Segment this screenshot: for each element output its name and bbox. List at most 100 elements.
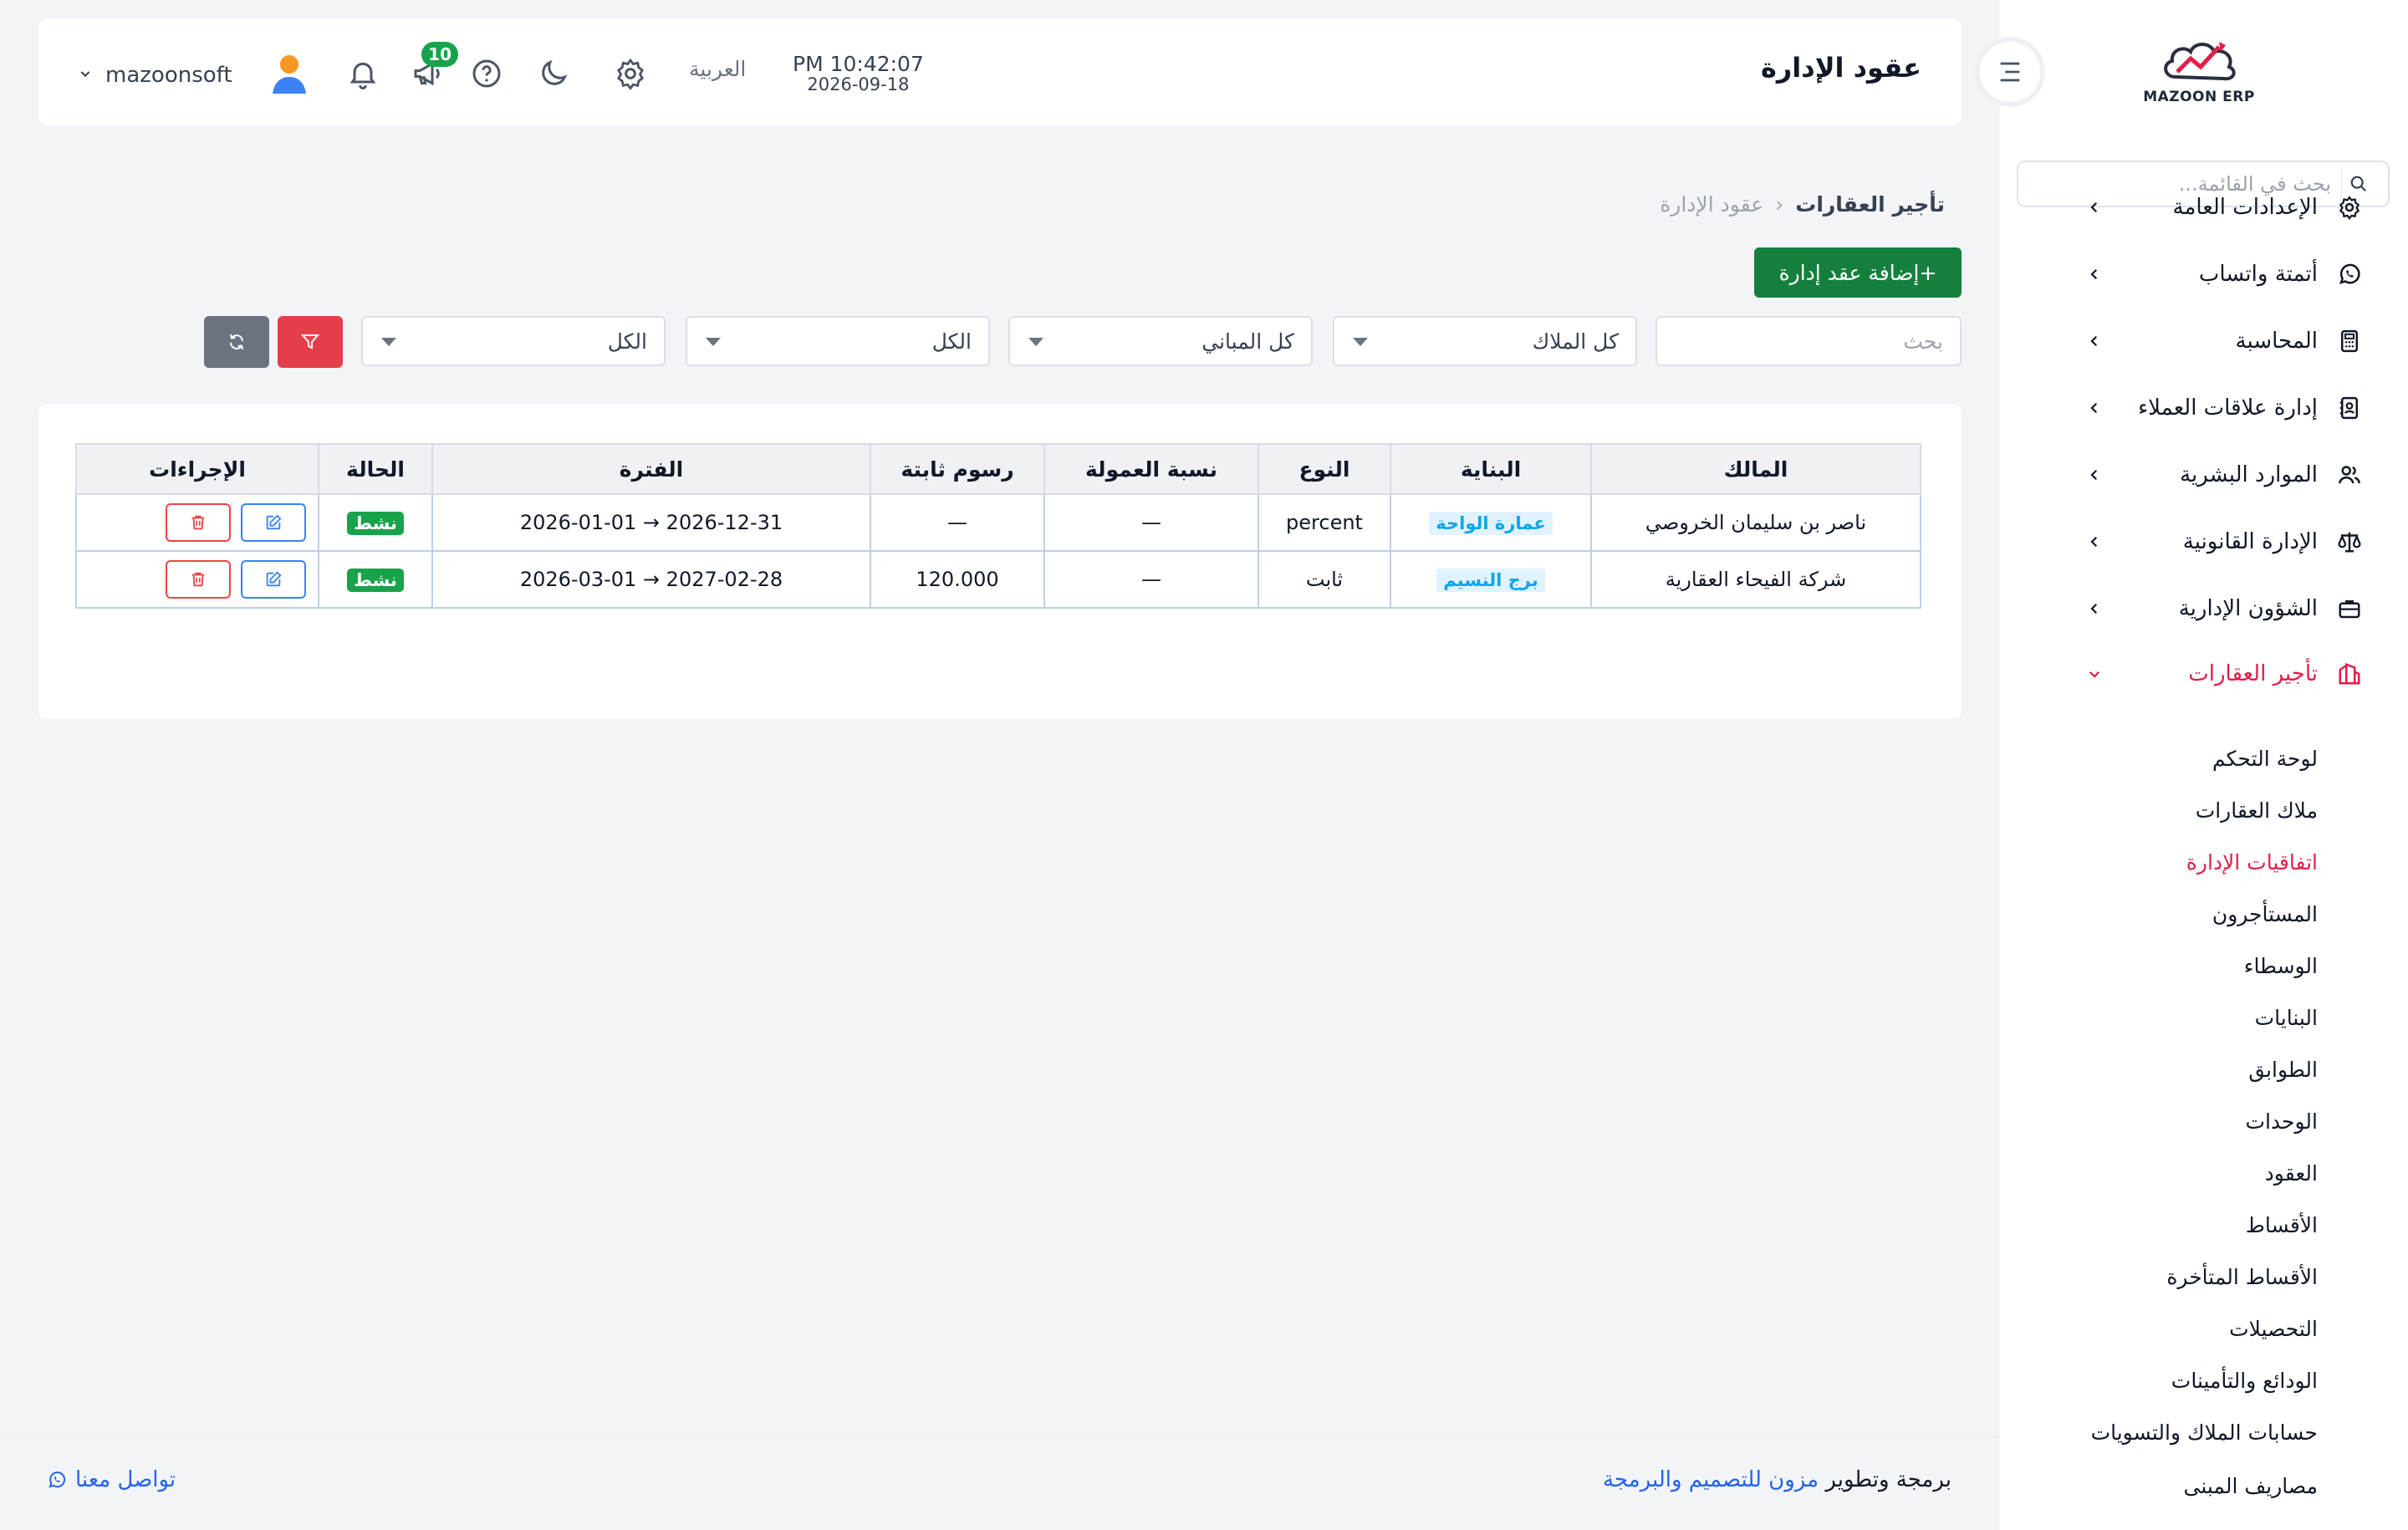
cell-commission: — [1043, 493, 1259, 552]
sidebar-subitem-management-agreements[interactable]: اتفاقيات الإدارة [2186, 844, 2318, 881]
sidebar-subitem-deposits[interactable]: الودائع والتأمينات [2171, 1363, 2318, 1400]
delete-button[interactable] [166, 560, 231, 599]
type-select[interactable]: الكل [686, 316, 990, 366]
contact-us-link[interactable]: تواصل معنا [47, 1467, 176, 1492]
sidebar-subitem-brokers[interactable]: الوسطاء [2244, 948, 2318, 985]
moon-icon[interactable] [533, 54, 574, 94]
contact-us-label: تواصل معنا [75, 1467, 176, 1492]
col-owner: المالك [1590, 443, 1921, 495]
sidebar-item-label: أتمتة واتساب [2198, 262, 2318, 287]
cell-status: نشط [318, 493, 433, 552]
col-fixed-fee: رسوم ثابتة [870, 443, 1045, 495]
sidebar-subitem-units[interactable]: الوحدات [2245, 1104, 2318, 1140]
refresh-icon [230, 334, 243, 350]
scale-icon [2334, 527, 2365, 557]
sidebar-subitem-dashboard[interactable]: لوحة التحكم [2212, 741, 2318, 778]
sidebar-item-label: المحاسبة [2235, 329, 2318, 354]
sidebar-subitem-tenants[interactable]: المستأجرون [2212, 896, 2318, 933]
search-field[interactable]: بحث [1656, 316, 1962, 366]
cell-type: percent [1258, 493, 1391, 552]
sidebar-subitem-overdue-installments[interactable]: الأقساط المتأخرة [2166, 1259, 2318, 1296]
sidebar-item-crm[interactable]: إدارة علاقات العملاء [1998, 383, 2408, 433]
col-building: البناية [1390, 443, 1592, 495]
cell-fixed-fee: — [870, 493, 1045, 552]
megaphone-icon[interactable]: 10 [408, 42, 458, 94]
sidebar-subitem-floors[interactable]: الطوابق [2248, 1052, 2318, 1089]
chevron-left-icon [2082, 395, 2107, 421]
gear-icon [2334, 192, 2365, 222]
edit-button[interactable] [241, 560, 306, 599]
chevron-down-icon [79, 67, 92, 84]
user-menu[interactable]: mazoonsoft [79, 52, 309, 99]
breadcrumb-parent[interactable]: تأجير العقارات [1795, 192, 1945, 217]
bell-icon[interactable] [343, 54, 383, 94]
sidebar-item-whatsapp[interactable]: أتمتة واتساب [1998, 249, 2408, 299]
footer-credit-prefix: برمجة وتطوير [1825, 1467, 1951, 1492]
sidebar-item-label: الإعدادات العامة [2172, 195, 2318, 220]
cell-building: عمارة الواحة [1390, 493, 1592, 552]
breadcrumb-current: عقود الإدارة [1660, 192, 1764, 217]
sidebar-item-label: الشؤون الإدارية [2178, 596, 2318, 621]
sidebar-item-hr[interactable]: الموارد البشرية [1998, 450, 2408, 500]
edit-icon [266, 514, 282, 530]
cell-status: نشط [318, 550, 433, 609]
calculator-icon [2334, 326, 2365, 356]
sidebar-item-label: إدارة علاقات العملاء [2137, 395, 2318, 421]
clock-time: PM 10:42:07 [793, 52, 924, 76]
sidebar-subitem-owner-accounts[interactable]: حسابات الملاك والتسويات [2091, 1415, 2318, 1451]
trash-icon [191, 572, 205, 587]
building-tag: برج النسيم [1436, 568, 1545, 592]
logo[interactable]: MAZOON ERP [2140, 33, 2258, 117]
username: mazoonsoft [105, 63, 232, 88]
whatsapp-icon [48, 1471, 66, 1488]
period-text: 2026-03-01 → 2027-02-28 [519, 568, 783, 591]
edit-button[interactable] [241, 503, 306, 542]
chevron-left-icon [2082, 262, 2107, 287]
sidebar-subitem-contracts[interactable]: العقود [2265, 1155, 2318, 1192]
caret-down-icon [1028, 338, 1043, 346]
clock-date: 2026-09-18 [807, 74, 910, 94]
language-switch[interactable]: العربية [689, 57, 746, 81]
users-icon [2334, 460, 2365, 490]
sidebar-toggle-button[interactable] [1975, 37, 2045, 107]
sidebar-item-legal[interactable]: الإدارة القانونية [1998, 517, 2408, 567]
caret-down-icon [381, 338, 396, 346]
footer-credit-link[interactable]: مزون للتصميم والبرمجة [1603, 1467, 1819, 1492]
whatsapp-icon [2334, 259, 2365, 289]
sidebar-subitem-collections[interactable]: التحصيلات [2229, 1311, 2318, 1348]
building-tag: عمارة الواحة [1429, 511, 1553, 535]
settings-icon[interactable] [610, 54, 650, 94]
contracts-card: المالك البناية النوع نسبة العمولة رسوم ث… [38, 405, 1962, 719]
caret-down-icon [1353, 338, 1368, 346]
period-text: 2026-01-01 → 2026-12-31 [519, 511, 783, 534]
chevron-down-icon [2082, 661, 2107, 686]
cell-period: 2026-01-01 → 2026-12-31 [431, 493, 871, 552]
sidebar-item-real-estate[interactable]: تأجير العقارات [1998, 649, 2408, 699]
apply-filter-button[interactable] [278, 316, 343, 368]
footer: برمجة وتطوير مزون للتصميم والبرمجة تواصل… [0, 1436, 1998, 1530]
sidebar-subitem-building-expenses[interactable]: مصاريف المبنى [2184, 1468, 2319, 1505]
status-badge: نشط [347, 568, 404, 592]
search-placeholder: بحث [1903, 329, 1943, 354]
sidebar-subitem-installments[interactable]: الأقساط [2246, 1207, 2318, 1244]
sidebar-item-admin-affairs[interactable]: الشؤون الإدارية [1998, 584, 2408, 634]
buildings-select-value: كل المباني [1201, 329, 1294, 354]
owners-select[interactable]: كل الملاك [1333, 316, 1637, 366]
status-select[interactable]: الكل [361, 316, 666, 366]
cell-actions [75, 550, 319, 609]
filter-icon [300, 334, 320, 349]
sidebar-item-general-settings[interactable]: الإعدادات العامة [1998, 182, 2408, 232]
help-icon[interactable] [467, 54, 507, 94]
contacts-icon [2334, 393, 2365, 423]
menu-lines-icon [2000, 62, 2020, 82]
sidebar-subitem-buildings[interactable]: البنايات [2255, 1000, 2318, 1037]
sidebar-subitem-owners[interactable]: ملاك العقارات [2196, 793, 2318, 829]
buildings-select[interactable]: كل المباني [1008, 316, 1313, 366]
add-management-contract-button[interactable]: +إضافة عقد إدارة [1754, 247, 1962, 298]
delete-button[interactable] [166, 503, 231, 542]
sidebar-item-accounting[interactable]: المحاسبة [1998, 316, 2408, 366]
avatar[interactable] [269, 52, 309, 99]
cell-building: برج النسيم [1390, 550, 1592, 609]
page-title: عقود الإدارة [1760, 52, 1921, 84]
reset-filter-button[interactable] [204, 316, 269, 368]
